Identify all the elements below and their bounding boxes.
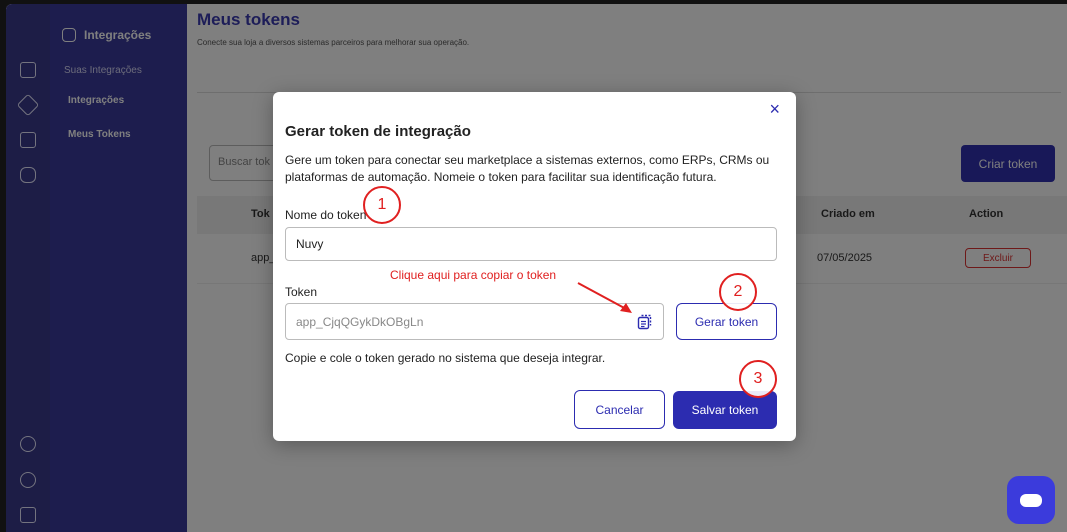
- token-hint: Copie e cole o token gerado no sistema q…: [285, 351, 606, 365]
- chat-button[interactable]: [1007, 476, 1055, 524]
- generate-token-button[interactable]: Gerar token: [676, 303, 777, 340]
- step-3-marker: 3: [739, 360, 777, 398]
- chat-icon: [1020, 493, 1042, 507]
- copy-hint-annotation: Clique aqui para copiar o token: [390, 268, 557, 282]
- window-frame: Integrações Suas Integrações Integrações…: [0, 0, 1067, 532]
- generate-token-modal: × Gerar token de integração Gere um toke…: [273, 92, 796, 441]
- token-label: Token: [285, 285, 318, 299]
- copy-icon[interactable]: [637, 314, 653, 330]
- cancel-button[interactable]: Cancelar: [574, 390, 665, 429]
- arrow-icon: [577, 282, 632, 313]
- step-2-marker: 2: [719, 273, 757, 311]
- token-value: app_CjqQGykDkOBgLn: [296, 314, 424, 329]
- token-name-label: Nome do token: [285, 208, 367, 222]
- token-name-value: Nuvy: [296, 237, 324, 251]
- token-name-input[interactable]: Nuvy: [285, 227, 777, 261]
- close-icon[interactable]: ×: [769, 100, 780, 118]
- modal-description: Gere um token para conectar seu marketpl…: [285, 153, 770, 184]
- step-1-marker: 1: [363, 186, 401, 224]
- modal-title: Gerar token de integração: [285, 123, 471, 140]
